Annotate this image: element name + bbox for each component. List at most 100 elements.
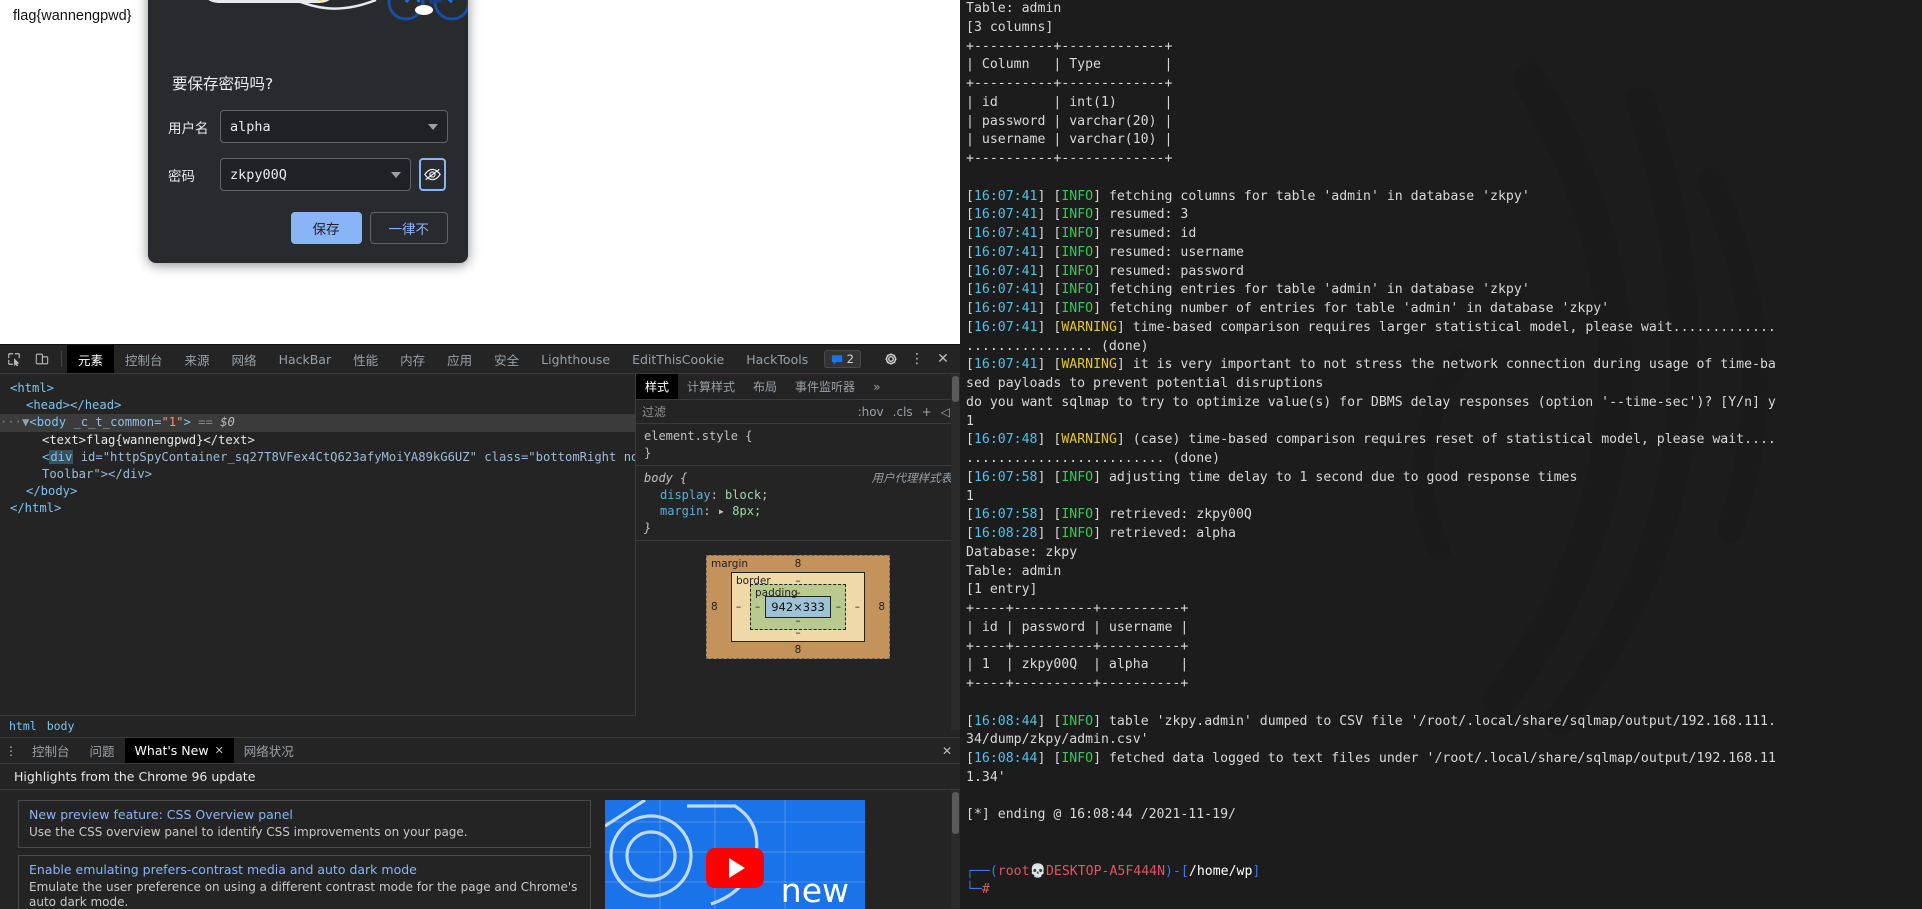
terminal-line: [16:07:58] [INFO] retrieved: zkpy00Q: [966, 507, 1252, 523]
styles-tabbar: 样式 计算样式 布局 事件监听器 »: [636, 374, 960, 400]
youtube-play-icon[interactable]: [706, 848, 764, 889]
box-model-padding-label: padding: [755, 587, 798, 599]
hov-toggle[interactable]: :hov: [858, 405, 884, 419]
whats-new-item[interactable]: New preview feature: CSS Overview panel …: [18, 800, 591, 848]
breadcrumb-item-body[interactable]: body: [47, 719, 75, 733]
devtools-toolbar-right: 2 ⋮ ✕: [823, 345, 960, 373]
box-model-padding-top[interactable]: –: [795, 587, 800, 599]
devtools-drawer: ⋮ 控制台 问题 What's New ✕ 网络状况 ✕ Highlights f…: [0, 737, 960, 909]
save-password-button[interactable]: 保存: [290, 212, 362, 244]
whats-new-video-thumbnail[interactable]: new: [605, 800, 865, 909]
terminal-window[interactable]: Table: admin [3 columns] +----------+-----…: [960, 0, 1922, 909]
terminal-timestamp: 16:07:48: [973, 432, 1038, 448]
css-rule-element-style[interactable]: element.style { }: [636, 424, 960, 466]
terminal-line: 1: [966, 488, 974, 504]
close-drawer-button[interactable]: ✕: [934, 738, 960, 763]
terminal-line: | 1 | zkpy00Q | alpha |: [966, 657, 1189, 673]
tab-console[interactable]: 控制台: [114, 345, 174, 373]
terminal-input-line[interactable]: └─#: [966, 881, 1916, 900]
styles-filter-input[interactable]: 过滤: [642, 403, 849, 420]
css-declaration[interactable]: margin: ▸ 8px;: [644, 503, 952, 520]
drawer-tab-whats-new[interactable]: What's New ✕: [124, 738, 234, 763]
terminal-timestamp: 16:08:44: [973, 713, 1038, 729]
terminal-line: sed payloads to prevent potential disrup…: [966, 376, 1324, 391]
tab-styles[interactable]: 样式: [636, 374, 679, 399]
cls-toggle[interactable]: .cls: [893, 405, 913, 419]
close-devtools-button[interactable]: ✕: [932, 349, 954, 369]
dialog-actions: 保存 一律不: [148, 206, 468, 244]
tab-memory[interactable]: 内存: [389, 345, 436, 373]
tab-editthiscookie[interactable]: EditThisCookie: [621, 345, 735, 373]
never-save-button[interactable]: 一律不: [369, 212, 448, 244]
box-model-margin-left[interactable]: 8: [711, 601, 718, 613]
more-options-button[interactable]: ⋮: [906, 349, 928, 369]
toggle-password-visibility-button[interactable]: [419, 158, 446, 191]
dom-line-body-open[interactable]: ···▼<body _c_t_common="1"> == $0: [0, 414, 635, 432]
drawer-tab-console[interactable]: 控制台: [22, 738, 80, 763]
box-model-margin-bottom[interactable]: 8: [795, 644, 802, 656]
password-select[interactable]: zkpy00Q: [220, 158, 411, 191]
whats-new-body: New preview feature: CSS Overview panel …: [0, 790, 960, 909]
dom-line-text-node[interactable]: <text>flag{wannengpwd}</text>: [0, 432, 635, 449]
close-tab-icon[interactable]: ✕: [215, 744, 224, 757]
breadcrumb-item-html[interactable]: html: [9, 719, 37, 733]
drawer-more-button[interactable]: ⋮: [0, 738, 22, 763]
dom-line-div-cont[interactable]: Toolbar"></div>: [0, 466, 635, 483]
box-model-padding-right[interactable]: –: [836, 601, 841, 613]
dom-tree[interactable]: <html> <head></head> ···▼<body _c_t_comm…: [0, 374, 636, 730]
dom-text: >: [183, 415, 191, 430]
dom-line-html-close[interactable]: </html>: [0, 500, 635, 517]
whats-new-item-title[interactable]: New preview feature: CSS Overview panel: [29, 807, 580, 822]
whats-new-item[interactable]: Enable emulating prefers-contrast media …: [18, 855, 591, 909]
dom-line-body-close[interactable]: </body>: [0, 483, 635, 500]
whats-new-list: New preview feature: CSS Overview panel …: [18, 800, 591, 909]
box-model-margin-top[interactable]: 8: [795, 558, 802, 570]
terminal-timestamp: 16:07:41: [973, 282, 1038, 298]
css-declaration[interactable]: display: block;: [644, 487, 952, 504]
box-model-padding[interactable]: padding – – – – 942×333: [750, 584, 846, 630]
tab-security[interactable]: 安全: [483, 345, 530, 373]
box-model-margin-right[interactable]: 8: [878, 601, 885, 613]
whats-new-item-title[interactable]: Enable emulating prefers-contrast media …: [29, 862, 580, 877]
tab-network[interactable]: 网络: [221, 345, 268, 373]
tab-computed[interactable]: 计算样式: [678, 374, 744, 399]
dom-dollar: $0: [220, 415, 235, 430]
tab-lighthouse[interactable]: Lighthouse: [530, 345, 621, 373]
tab-application[interactable]: 应用: [436, 345, 483, 373]
tab-layout[interactable]: 布局: [744, 374, 786, 399]
dom-line-html-open[interactable]: <html>: [0, 380, 635, 397]
box-model-padding-bottom[interactable]: –: [795, 615, 800, 627]
eye-off-icon: [424, 168, 441, 181]
toggle-device-toolbar-button[interactable]: [28, 345, 56, 373]
box-model-padding-left[interactable]: –: [755, 601, 760, 613]
css-rule-body[interactable]: 用户代理样式表 body { display: block; margin: ▸…: [636, 466, 960, 541]
styles-sidebar: 样式 计算样式 布局 事件监听器 » 过滤 :hov .cls + ◁| ele…: [636, 374, 960, 730]
tab-hackbar[interactable]: HackBar: [268, 345, 343, 373]
terminal-line: [16:08:28] [INFO] retrieved: alpha: [966, 526, 1236, 541]
box-model-border-right[interactable]: –: [855, 601, 860, 613]
terminal-line: 34/dump/zkpy/admin.csv': [966, 732, 1149, 748]
drawer-tab-label: 网络状况: [243, 744, 294, 759]
tab-hacktools[interactable]: HackTools: [735, 345, 819, 373]
inspect-element-button[interactable]: [0, 345, 28, 373]
box-model-border-left[interactable]: –: [736, 601, 741, 613]
whats-new-header: Highlights from the Chrome 96 update: [0, 764, 960, 790]
tab-more-chevron[interactable]: »: [864, 374, 889, 399]
terminal-prompt-line: ┌──(root💀DESKTOP-A5F444N)-[/home/wp]: [966, 863, 1916, 882]
username-select[interactable]: alpha: [220, 110, 448, 143]
drawer-tab-network-conditions[interactable]: 网络状况: [234, 738, 304, 763]
new-style-rule-button[interactable]: +: [922, 405, 932, 419]
whats-new-scrollbar[interactable]: [951, 790, 960, 908]
dom-line-div[interactable]: <div id="httpSpyContainer_sq27T8VFex4CtQ…: [0, 449, 635, 466]
dom-line-head[interactable]: <head></head>: [0, 397, 635, 414]
box-model-margin[interactable]: margin 8 8 8 8 border – – – – padding – …: [706, 555, 890, 659]
drawer-tab-issues[interactable]: 问题: [80, 738, 125, 763]
box-model-border[interactable]: border – – – – padding – – – – 942×333: [731, 572, 865, 642]
settings-button[interactable]: [880, 349, 902, 369]
tab-elements[interactable]: 元素: [67, 345, 115, 373]
tab-sources[interactable]: 来源: [174, 345, 221, 373]
tab-event-listeners[interactable]: 事件监听器: [786, 374, 864, 399]
styles-scrollbar[interactable]: [951, 374, 960, 730]
tab-performance[interactable]: 性能: [342, 345, 389, 373]
message-count-badge[interactable]: 2: [823, 350, 861, 368]
